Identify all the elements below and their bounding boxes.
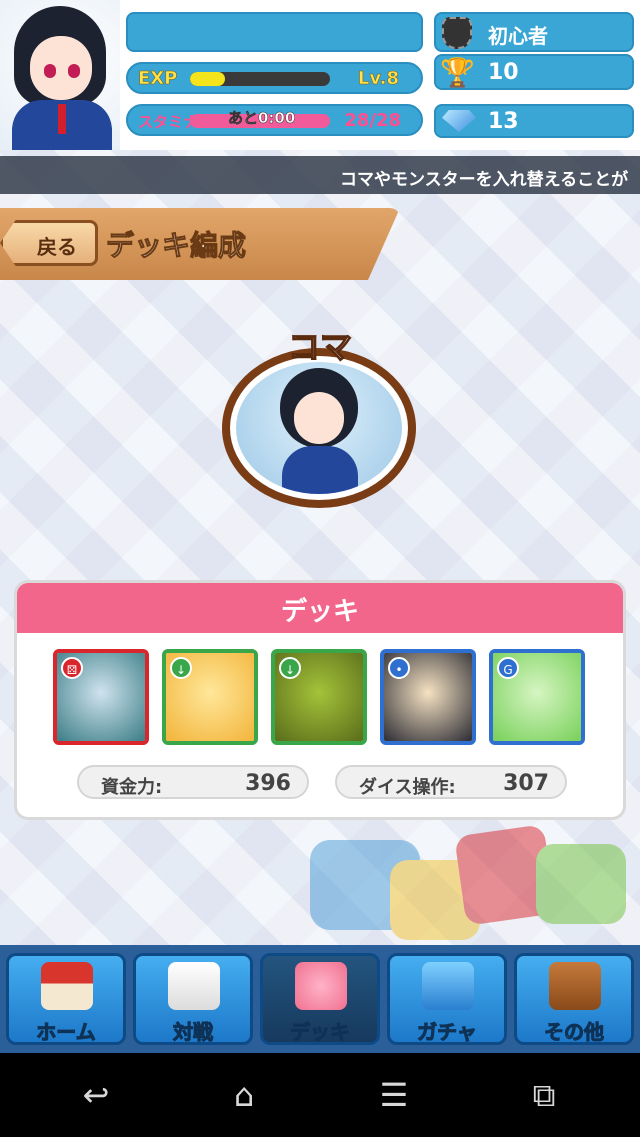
ticker-text: コマやモンスターを入れ替えることが bbox=[340, 170, 629, 190]
koma-portrait[interactable] bbox=[222, 348, 416, 508]
game-logo bbox=[300, 820, 640, 945]
exp-bar: EXP Lv.8 bbox=[126, 62, 423, 94]
stat-funds-value: 396 bbox=[245, 771, 291, 796]
level-text: Lv.8 bbox=[357, 68, 400, 90]
deck-card-5[interactable]: G bbox=[489, 649, 585, 745]
koma-character-image bbox=[236, 362, 402, 494]
nav-label: 対戦 bbox=[173, 1020, 214, 1045]
koma-label: コマ bbox=[287, 327, 353, 367]
foot-badge-icon: • bbox=[388, 657, 410, 679]
trophy-icon: 🏆 bbox=[440, 56, 475, 89]
stamina-timer: あと0:00 bbox=[228, 109, 296, 128]
deck-card-3[interactable]: ↓ bbox=[271, 649, 367, 745]
deck-title: デッキ bbox=[17, 583, 623, 633]
player-name-bar bbox=[126, 12, 423, 52]
exp-label: EXP bbox=[138, 68, 178, 90]
deck-card-4[interactable]: • bbox=[380, 649, 476, 745]
nav-button-1[interactable]: ホーム bbox=[6, 953, 126, 1045]
system-nav: ↩ ⌂ ☰ ⧉ bbox=[0, 1053, 640, 1137]
stamina-bar: スタミナ あと0:00 28/28 bbox=[126, 104, 423, 136]
nav-label: ホーム bbox=[36, 1020, 96, 1045]
rank-box: 初心者 bbox=[434, 12, 634, 52]
stamina-count: 28/28 bbox=[344, 110, 401, 131]
nav-label: その他 bbox=[544, 1020, 605, 1045]
stat-funds: 資金力: 396 bbox=[77, 765, 309, 799]
back-label: 戻る bbox=[37, 235, 77, 259]
gem-count: 13 bbox=[488, 109, 519, 134]
signpost-icon bbox=[549, 962, 601, 1010]
monster-icon bbox=[295, 962, 347, 1010]
dice-icon bbox=[168, 962, 220, 1010]
nav-label: ガチャ bbox=[417, 1020, 478, 1045]
house-icon bbox=[41, 962, 93, 1010]
back-button[interactable]: 戻る bbox=[0, 220, 98, 266]
gem-icon bbox=[442, 110, 476, 132]
trophy-count: 10 bbox=[488, 60, 519, 85]
exp-track bbox=[190, 72, 330, 86]
trophy-box: 🏆 10 bbox=[434, 54, 634, 90]
deck-panel: デッキ ⚄ ↓ ↓ • G 資金力: 396 ダイス操作: 307 bbox=[14, 580, 626, 820]
rank-emblem-icon bbox=[442, 17, 472, 49]
down-badge-icon: ↓ bbox=[279, 657, 301, 679]
back-icon[interactable]: ↩ bbox=[66, 1075, 126, 1115]
g-badge-icon: G bbox=[497, 657, 519, 679]
deck-card-1[interactable]: ⚄ bbox=[53, 649, 149, 745]
nav-button-5[interactable]: その他 bbox=[514, 953, 634, 1045]
stat-dice-value: 307 bbox=[503, 771, 549, 796]
dice-badge-icon: ⚄ bbox=[61, 657, 83, 679]
gem-box-icon bbox=[422, 962, 474, 1010]
game-nav: ホーム 対戦 デッキ ガチャ その他 bbox=[0, 945, 640, 1053]
deck-cards: ⚄ ↓ ↓ • G bbox=[53, 649, 593, 745]
stat-dice-label: ダイス操作: bbox=[359, 777, 456, 798]
menu-icon[interactable]: ☰ bbox=[364, 1075, 424, 1115]
nav-label: デッキ bbox=[290, 1020, 351, 1045]
status-header: EXP Lv.8 スタミナ あと0:00 28/28 初心者 🏆 10 13 bbox=[0, 0, 640, 150]
exp-fill bbox=[190, 72, 225, 86]
deck-stats: 資金力: 396 ダイス操作: 307 bbox=[77, 765, 577, 801]
home-icon[interactable]: ⌂ bbox=[214, 1075, 274, 1115]
info-ticker: コマやモンスターを入れ替えることが bbox=[0, 156, 640, 194]
deck-screen: コマやモンスターを入れ替えることが 戻る デッキ編成 コマ デッキ ⚄ ↓ ↓ • G … bbox=[0, 150, 640, 945]
deck-card-2[interactable]: ↓ bbox=[162, 649, 258, 745]
stat-funds-label: 資金力: bbox=[101, 777, 163, 798]
nav-button-3[interactable]: デッキ bbox=[260, 953, 380, 1045]
gem-box[interactable]: 13 bbox=[434, 104, 634, 138]
player-avatar[interactable] bbox=[0, 0, 120, 150]
down-badge-icon: ↓ bbox=[170, 657, 192, 679]
rank-text: 初心者 bbox=[488, 24, 548, 48]
title-bar: 戻る デッキ編成 bbox=[0, 208, 400, 280]
nav-button-2[interactable]: 対戦 bbox=[133, 953, 253, 1045]
stat-dice-control: ダイス操作: 307 bbox=[335, 765, 567, 799]
nav-button-4[interactable]: ガチャ bbox=[387, 953, 507, 1045]
stamina-label: スタミナ bbox=[138, 113, 199, 131]
recents-icon[interactable]: ⧉ bbox=[514, 1075, 574, 1115]
page-title: デッキ編成 bbox=[105, 229, 247, 263]
